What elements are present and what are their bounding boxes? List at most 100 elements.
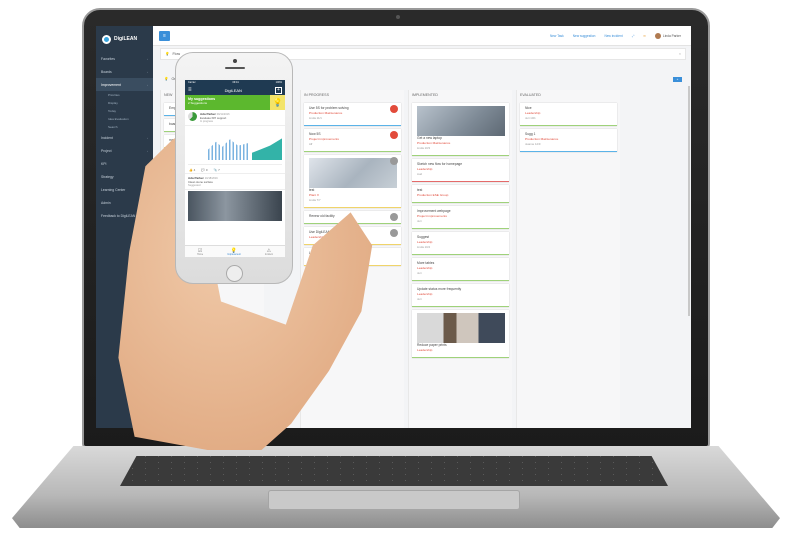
brand-name: DigiLEAN <box>114 36 138 42</box>
suggestion-card[interactable]: test Production ESE Group <box>412 185 509 203</box>
suggestion-card[interactable]: Sketch new flow for homepage Leadership Au… <box>412 159 509 182</box>
brand[interactable]: DigiLEAN <box>96 26 153 52</box>
my-suggestions-banner[interactable]: My suggestions 2 Suggestions 💡 <box>185 95 285 110</box>
tab-home[interactable]: ☑ Home <box>197 248 203 256</box>
flow-label: Flow <box>172 52 181 56</box>
column-title: IN PROGRESS <box>304 93 329 97</box>
bulb-icon: 💡 <box>164 77 169 81</box>
tab-incident[interactable]: ⚠ Incident <box>265 248 273 256</box>
attachment-count: 7 <box>218 167 220 172</box>
card-meta: Aud <box>417 172 422 176</box>
like-button[interactable]: 👍 4 <box>189 168 195 172</box>
item-image-chart <box>188 127 282 165</box>
sidebar-item-boards[interactable]: Boards › <box>96 65 153 78</box>
suggestion-item[interactable]: Ada Parker 09/11/2016 Evaluate KPI suppo… <box>185 110 285 126</box>
sidebar-item-favorites[interactable]: Favorites › <box>96 52 153 65</box>
new-task-link[interactable]: New Task <box>550 34 564 38</box>
sidebar-item-label: Admin <box>101 200 111 205</box>
suggestion-card[interactable]: Improvement webpage Project improvements J… <box>412 206 509 229</box>
sidebar-subitem[interactable]: Search <box>96 123 153 131</box>
chevron-right-icon: › <box>147 69 148 74</box>
item-status: In progress <box>200 120 213 123</box>
sidebar-item-project[interactable]: Project › <box>96 144 153 157</box>
chevron-right-icon: › <box>147 135 148 140</box>
digilean-logo-icon <box>102 34 111 44</box>
item-actions: 👍 4 💬 0 📎 7 <box>185 166 285 174</box>
comment-button[interactable]: 💬 0 <box>201 168 207 172</box>
sidebar-item-label: Favorites <box>101 56 115 61</box>
chevron-right-icon: › <box>147 82 148 87</box>
bar-graph-image <box>208 139 248 160</box>
column-title: EVALUATED <box>520 93 541 97</box>
laptop-camera <box>396 15 400 19</box>
priority-badge <box>390 105 398 113</box>
priority-badge <box>390 157 398 165</box>
item-photo <box>188 191 282 221</box>
attachment-button[interactable]: 📎 7 <box>214 168 220 172</box>
sidebar-item-label: Strategy <box>101 174 114 179</box>
add-suggestion-button[interactable]: + <box>274 86 282 94</box>
card-meta: Alf <box>309 142 313 146</box>
battery-text: 100% <box>275 81 282 84</box>
sidebar-item-label: Learning Center <box>101 187 126 192</box>
suggestion-card[interactable]: test Plant X Linda 7/7 <box>304 155 401 208</box>
suggestion-card[interactable]: Sugg 1 Production Maintenance Jeanne 12/9 <box>520 129 617 152</box>
suggestion-card[interactable]: Update status more frequently Leadership J… <box>412 284 509 307</box>
tab-label: Incident <box>264 253 273 256</box>
sidebar-subitem[interactable]: Idea Evaluation <box>96 115 153 123</box>
priority-badge <box>390 213 398 221</box>
card-area: Production ESE Group <box>417 193 449 197</box>
clock-text: 09:41 <box>232 81 239 84</box>
phone-speaker <box>225 67 245 69</box>
expand-icon[interactable]: ⤢ <box>632 34 635 38</box>
suggestion-card[interactable]: Get a new laptop Production Maintenance Li… <box>412 103 509 156</box>
close-icon[interactable]: × <box>679 52 681 56</box>
sidebar-subitem[interactable]: Display <box>96 99 153 107</box>
carrier-text: Carrier <box>188 81 196 84</box>
suggestion-card[interactable]: Now 5S Project improvements Alf <box>304 129 401 152</box>
suggestion-card[interactable]: More tables Leadership Jeri <box>412 258 509 281</box>
new-suggestion-link[interactable]: New suggestion <box>573 34 596 38</box>
sidebar-subitem[interactable]: Today <box>96 107 153 115</box>
priority-badge <box>390 229 398 237</box>
board-scrollbar[interactable] <box>688 86 690 316</box>
suggestion-item[interactable]: Ada Parker 10/18/2016 Clean stone surfac… <box>185 174 285 190</box>
sidebar-item-improvement[interactable]: Improvement › <box>96 78 153 91</box>
smartphone: Carrier 09:41 100% ≡ DigiLEAN + My sugge… <box>175 52 293 284</box>
card-meta: Jeri <box>417 219 422 223</box>
phone-screen: Carrier 09:41 100% ≡ DigiLEAN + My sugge… <box>185 80 285 257</box>
laptop-keyboard <box>120 456 668 486</box>
card-meta: Linda 11/1 <box>309 116 322 120</box>
sidebar-subitem[interactable]: Priorities <box>96 91 153 99</box>
suggestion-card[interactable]: Nice Leadership Jeri 10/1 <box>520 103 617 126</box>
user-name: Linda Parker <box>662 33 681 38</box>
card-image <box>417 313 505 343</box>
sidebar-item-label: Project <box>101 148 112 153</box>
notification-icon[interactable]: ✉ <box>643 34 646 38</box>
add-button[interactable]: + <box>673 76 682 82</box>
menu-toggle-button[interactable]: ≡ <box>159 30 170 41</box>
column-title: IMPLEMENTED <box>412 93 438 97</box>
tab-improvement[interactable]: 💡 Improvement <box>227 248 240 256</box>
suggestion-card[interactable]: Use 5S for problem solving Production Mai… <box>304 103 401 126</box>
sidebar-item-incident[interactable]: Incident › <box>96 131 153 144</box>
phone-camera <box>233 59 237 63</box>
topbar: ≡ New Task New suggestion New incident ⤢… <box>153 26 691 46</box>
phone-title: DigiLEAN <box>224 87 242 93</box>
bulb-icon: 💡 <box>165 52 170 56</box>
sidebar-item-kpi[interactable]: KPI › <box>96 157 153 170</box>
column-evaluated: EVALUATED Nice Leadership Jeri 10/1 Sugg 1P… <box>516 90 620 428</box>
phone-home-button[interactable] <box>226 265 243 282</box>
card-image <box>417 106 505 136</box>
card-meta: Jeri <box>417 271 422 275</box>
suggestion-card[interactable]: Suggest Leadership Linda 10/4 <box>412 232 509 255</box>
laptop-trackpad <box>268 490 520 510</box>
suggestion-card[interactable]: Reduce paper prints Leadership <box>412 310 509 358</box>
new-incident-link[interactable]: New incident <box>604 34 622 38</box>
bulb-icon: 💡 <box>270 95 285 110</box>
hamburger-icon: ≡ <box>163 32 166 39</box>
card-meta: Linda 10/4 <box>417 245 431 249</box>
user-menu[interactable]: Linda Parker <box>654 32 681 39</box>
hamburger-icon[interactable]: ≡ <box>188 87 192 93</box>
card-meta: Jeri 10/1 <box>525 116 536 120</box>
